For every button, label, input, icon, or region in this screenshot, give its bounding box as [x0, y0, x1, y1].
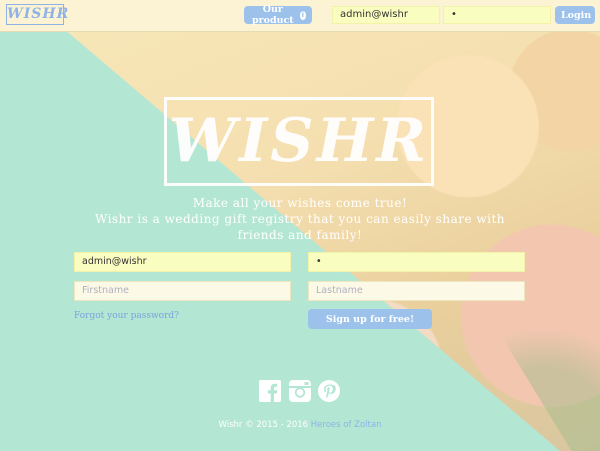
top-navbar: WISHR Our product i admin@wishr • Login [0, 0, 600, 32]
nav-logo[interactable]: WISHR [6, 4, 68, 25]
our-product-label: Our product [251, 4, 294, 26]
our-product-button[interactable]: Our product i [244, 4, 312, 26]
footer-copyright: Wishr © 2015 - 2016 [218, 420, 309, 430]
signup-password-field[interactable]: • [308, 252, 525, 272]
signup-button[interactable]: Sign up for free! [308, 309, 432, 329]
nav-email-input[interactable]: admin@wishr [332, 6, 440, 24]
forgot-password-link[interactable]: Forgot your password? [74, 311, 179, 321]
tagline-description: Wishr is a wedding gift registry that yo… [94, 212, 506, 242]
footer-team-link[interactable]: Heroes of Zoltan [311, 420, 382, 430]
login-button[interactable]: Login [555, 6, 595, 24]
facebook-icon[interactable] [259, 380, 281, 402]
hero-logo: WISHR [164, 97, 434, 186]
firstname-field[interactable]: Firstname [74, 281, 291, 301]
instagram-icon[interactable] [289, 380, 311, 402]
signup-email-field[interactable]: admin@wishr [74, 252, 291, 272]
nav-password-input[interactable]: • [443, 6, 551, 24]
info-icon: i [299, 10, 306, 20]
tagline-headline: Make all your wishes come true! [192, 196, 408, 210]
footer: Wishr © 2015 - 2016 Heroes of Zoltan [0, 420, 600, 430]
pinterest-icon[interactable] [318, 380, 340, 402]
lastname-field[interactable]: Lastname [308, 281, 525, 301]
